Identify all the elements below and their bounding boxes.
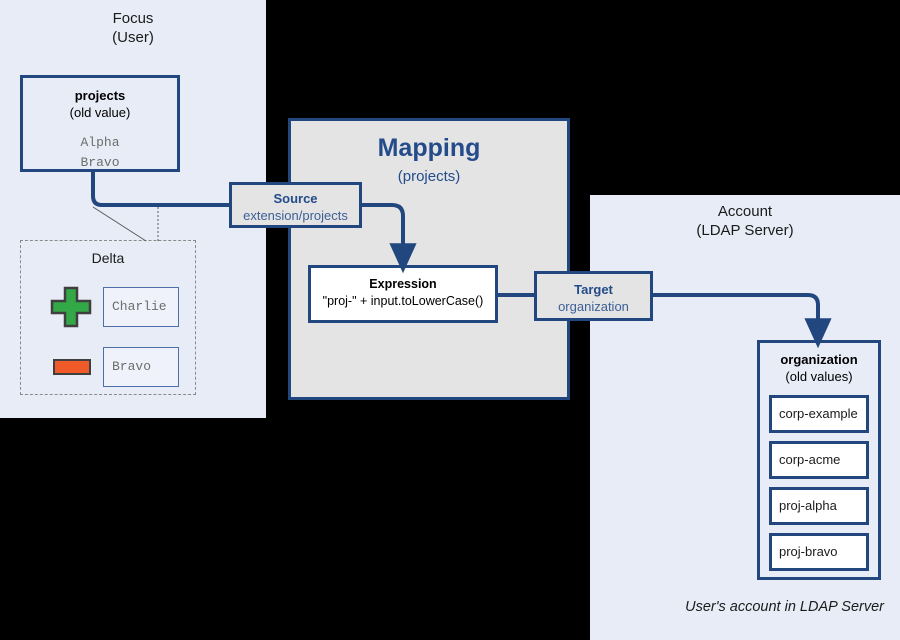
account-attribute-values: corp-example corp-acme proj-alpha proj-b… bbox=[760, 395, 878, 571]
source-value: extension/projects bbox=[243, 208, 348, 223]
account-title-text: Account bbox=[717, 203, 773, 220]
account-subtitle-text: (LDAP Server) bbox=[696, 222, 794, 239]
account-attribute-value: corp-example bbox=[769, 395, 869, 433]
delta-group: Delta Charlie Bravo bbox=[20, 240, 196, 395]
focus-subtitle-text: (User) bbox=[112, 29, 154, 46]
delta-value-text: Charlie bbox=[112, 299, 167, 314]
focus-attribute-value: Bravo bbox=[80, 155, 120, 170]
account-attribute-value: proj-bravo bbox=[769, 533, 869, 571]
focus-attribute-values: Alpha Bravo bbox=[23, 133, 177, 173]
account-panel-title: Account (LDAP Server) bbox=[590, 202, 900, 240]
target-label: Target bbox=[574, 282, 613, 297]
expression-label: Expression bbox=[369, 277, 437, 291]
expression-value: "proj-" + input.toLowerCase() bbox=[322, 294, 484, 308]
delta-value-box[interactable]: Charlie bbox=[103, 287, 179, 327]
account-attribute-value: proj-alpha bbox=[769, 487, 869, 525]
mapping-target-node[interactable]: Target organization bbox=[534, 271, 653, 321]
focus-attribute-qualifier: (old value) bbox=[69, 105, 131, 120]
mapping-source-node[interactable]: Source extension/projects bbox=[229, 182, 362, 228]
source-label: Source bbox=[273, 191, 318, 206]
plus-icon bbox=[50, 286, 92, 328]
target-value: organization bbox=[558, 299, 629, 314]
account-attribute-qualifier: (old values) bbox=[785, 369, 853, 384]
delta-row: Charlie bbox=[33, 286, 185, 328]
diagram-canvas: Focus (User) projects (old value) Alpha … bbox=[0, 0, 900, 640]
account-attribute-name: organization bbox=[780, 352, 858, 367]
account-attribute-value: corp-acme bbox=[769, 441, 869, 479]
account-attribute-organization[interactable]: organization (old values) corp-example c… bbox=[757, 340, 881, 580]
focus-panel-title: Focus (User) bbox=[0, 9, 266, 47]
minus-icon bbox=[53, 359, 91, 375]
focus-attribute-projects[interactable]: projects (old value) Alpha Bravo bbox=[20, 75, 180, 172]
focus-title-text: Focus bbox=[112, 10, 154, 27]
mapping-expression-node[interactable]: Expression "proj-" + input.toLowerCase() bbox=[308, 265, 498, 323]
focus-attribute-name: projects bbox=[74, 88, 126, 103]
focus-attribute-value: Alpha bbox=[80, 135, 120, 150]
delta-row: Bravo bbox=[33, 347, 185, 387]
mapping-panel: Mapping (projects) bbox=[288, 118, 570, 400]
delta-value-text: Bravo bbox=[112, 359, 152, 374]
mapping-title: Mapping bbox=[377, 134, 481, 162]
delta-title: Delta bbox=[91, 250, 125, 266]
account-caption: User's account in LDAP Server bbox=[685, 599, 884, 615]
delta-value-box[interactable]: Bravo bbox=[103, 347, 179, 387]
